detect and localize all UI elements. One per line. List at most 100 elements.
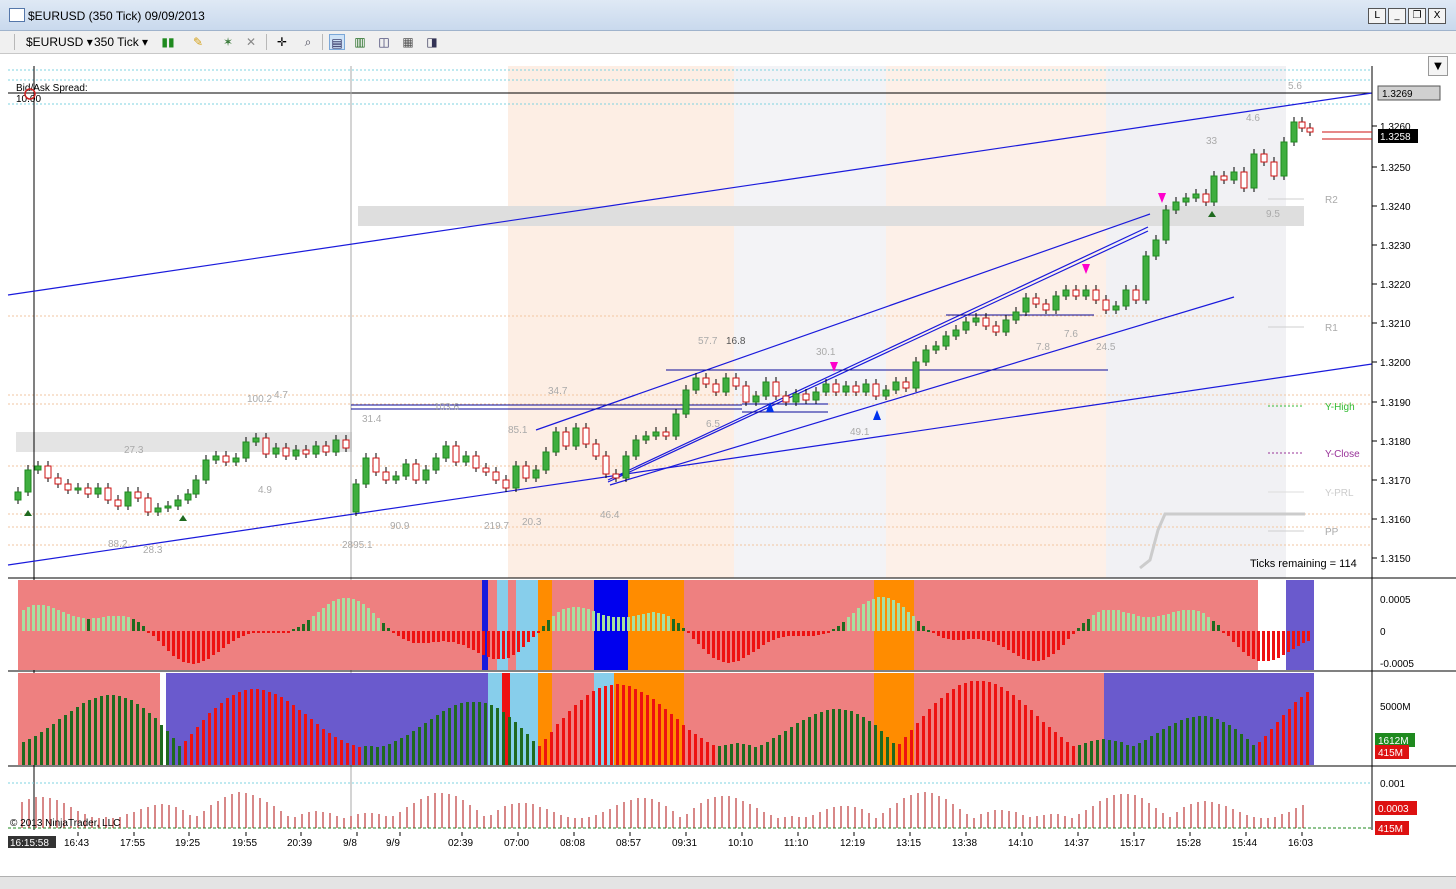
- candle: [1012, 311, 1020, 321]
- swing-label: 90.9: [390, 521, 410, 532]
- momentum-bar: [487, 631, 490, 657]
- momentum-bar: [307, 620, 310, 631]
- bar-type-icon[interactable]: ▮▮: [160, 34, 176, 50]
- volume-bar: [838, 709, 841, 765]
- chart-scroll-down-icon[interactable]: ▼: [1428, 56, 1448, 76]
- time-tick-label: 16:03: [1288, 838, 1313, 849]
- candle: [422, 469, 430, 481]
- volume-bar: [1078, 745, 1081, 765]
- time-tick-label: 09:31: [672, 838, 697, 849]
- swing-label: 88.2: [108, 539, 128, 550]
- time-tick-label: 20:39: [287, 838, 312, 849]
- candle: [1182, 197, 1190, 203]
- candle: [1192, 193, 1200, 199]
- candle: [1220, 175, 1228, 181]
- price-chart[interactable]: R2 R1 Y-High Y-Close Y-PRL PP 100.2 4.7 27.3 4.9 8…: [0, 54, 1456, 876]
- indicators-icon[interactable]: ▥: [352, 34, 368, 50]
- swing-label: 49.1: [850, 427, 870, 438]
- momentum-bar: [702, 631, 705, 649]
- momentum-bar: [1037, 631, 1040, 661]
- momentum-bar: [32, 605, 35, 631]
- momentum-bar: [377, 618, 380, 631]
- volume-bar: [208, 713, 211, 765]
- momentum-bar: [867, 601, 870, 631]
- pivot-label: R1: [1325, 323, 1338, 334]
- price-tick-label: 1.3160: [1380, 515, 1411, 526]
- remove-drawings-icon[interactable]: ✕: [243, 34, 259, 50]
- volume-bar: [196, 727, 199, 765]
- momentum-bar: [517, 631, 520, 652]
- momentum-bar: [1297, 631, 1300, 646]
- minimize-button[interactable]: _: [1388, 8, 1406, 24]
- volume-bar: [22, 742, 25, 765]
- momentum-bar: [62, 612, 65, 631]
- strategies-icon[interactable]: ◫: [376, 34, 392, 50]
- candle: [1062, 289, 1070, 297]
- candle: [872, 383, 880, 397]
- instrument-selector[interactable]: $EURUSD ▾: [26, 35, 93, 49]
- volume-bar: [40, 732, 43, 765]
- draw-pencil-icon[interactable]: ✎: [190, 34, 206, 50]
- momentum-bar: [322, 608, 325, 631]
- momentum-bar: [182, 631, 185, 662]
- time-tick-label: 13:15: [896, 838, 921, 849]
- momentum-bar: [832, 629, 835, 631]
- candle: [962, 321, 970, 331]
- volume-bar: [1186, 718, 1189, 765]
- candle: [802, 393, 810, 401]
- swing-label: 31.4: [362, 414, 382, 425]
- momentum-bar: [1152, 617, 1155, 631]
- swing-label: 46.4: [600, 510, 620, 521]
- close-button[interactable]: X: [1428, 8, 1446, 24]
- volume-bar: [844, 710, 847, 765]
- momentum-bar: [82, 618, 85, 631]
- draw-tools-icon[interactable]: ✶: [220, 34, 236, 50]
- templates-icon[interactable]: ▦: [400, 34, 416, 50]
- volume-bar: [562, 718, 565, 765]
- momentum-bar: [157, 631, 160, 641]
- candle: [832, 383, 840, 393]
- volume-bar: [880, 731, 883, 765]
- link-button[interactable]: L: [1368, 8, 1386, 24]
- swing-label: 7.8: [1036, 342, 1050, 353]
- volume-bar: [1282, 715, 1285, 765]
- candle: [222, 455, 230, 463]
- volume-bar: [700, 738, 703, 765]
- restore-button[interactable]: ❐: [1408, 8, 1426, 24]
- momentum-bar: [992, 631, 995, 642]
- candle: [124, 491, 132, 507]
- momentum-bar: [1197, 611, 1200, 631]
- momentum-bar: [837, 626, 840, 631]
- candle: [662, 431, 670, 437]
- volume-bar: [940, 698, 943, 765]
- momentum-bar: [692, 631, 695, 639]
- volume-bar: [352, 745, 355, 765]
- candle: [542, 451, 550, 471]
- interval-selector[interactable]: 350 Tick ▾: [94, 35, 148, 49]
- momentum-bar: [1267, 631, 1270, 661]
- momentum-bar: [402, 631, 405, 639]
- volume-bar: [1108, 740, 1111, 765]
- momentum-bar: [1282, 631, 1285, 655]
- candle: [532, 469, 540, 479]
- zoom-icon[interactable]: ⌕: [300, 34, 316, 50]
- volume-bar: [1264, 736, 1267, 765]
- momentum-bar: [862, 604, 865, 631]
- volume-bar: [586, 695, 589, 765]
- momentum-bar: [302, 624, 305, 631]
- price-tick-label: 1.3250: [1380, 163, 1411, 174]
- volume-bar: [748, 745, 751, 765]
- volume-bar: [238, 692, 241, 765]
- volume-bar: [964, 683, 967, 765]
- volume-bar: [976, 681, 979, 765]
- candle: [772, 381, 780, 397]
- candle: [212, 455, 220, 461]
- momentum-bar: [917, 621, 920, 631]
- properties-icon[interactable]: ▤: [329, 34, 345, 50]
- crosshair-icon[interactable]: ✛: [274, 34, 290, 50]
- data-box-icon[interactable]: ◨: [424, 34, 440, 50]
- volume-bar: [34, 736, 37, 765]
- volume-bar: [772, 738, 775, 765]
- candle: [44, 465, 52, 479]
- candle: [722, 377, 730, 393]
